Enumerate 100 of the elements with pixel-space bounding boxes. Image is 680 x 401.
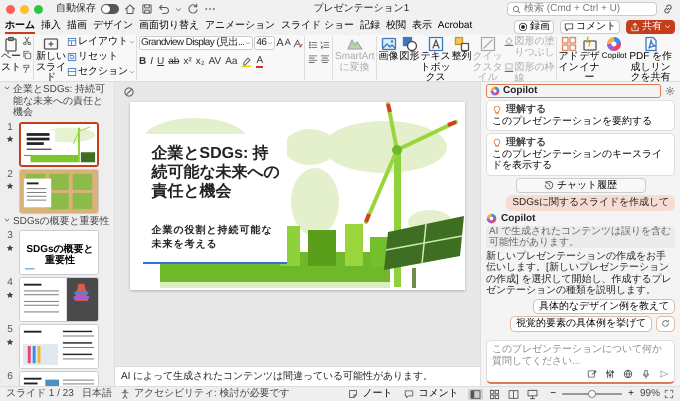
ribbon-tab[interactable]: 画面切り替え — [139, 19, 199, 34]
ribbon-tab[interactable]: 描画 — [67, 19, 87, 34]
sorter-view-icon — [489, 388, 500, 400]
caret-icon[interactable] — [175, 6, 182, 12]
font-name-field[interactable]: Grandview Display (見出... — [139, 36, 254, 50]
format-button[interactable]: I — [150, 56, 154, 67]
align-center-icon[interactable] — [320, 54, 330, 64]
caret-icon — [664, 23, 671, 30]
zoom-in-button[interactable]: + — [626, 389, 636, 399]
ribbon-tab[interactable]: 挿入 — [41, 19, 61, 34]
slide-number: 5 — [7, 324, 13, 336]
user-message: SDGsに関するスライドを作成して — [506, 195, 675, 210]
attach-icon[interactable] — [587, 369, 597, 379]
link-icon[interactable] — [662, 3, 674, 15]
prompt-card[interactable]: 理解する このプレゼンテーションのキースライドを表示する — [486, 133, 675, 176]
format-painter-icon[interactable] — [22, 64, 32, 74]
suggestion-chip[interactable]: 具体的なデザイン例を教えて — [533, 298, 675, 314]
normal-view-button[interactable] — [468, 388, 484, 400]
redo-icon[interactable] — [187, 3, 199, 15]
slide-command[interactable]: リセット — [67, 51, 135, 62]
settings-icon[interactable] — [665, 86, 675, 96]
accessibility-status[interactable]: アクセシビリティ: 検討が必要です — [134, 388, 290, 400]
record-button[interactable]: 録画 — [514, 20, 554, 34]
prompt-card[interactable]: 理解する このプレゼンテーションを要約する — [486, 100, 675, 131]
format-button[interactable]: x₂ — [196, 56, 205, 67]
undo-icon[interactable] — [158, 3, 170, 15]
close-button[interactable] — [6, 4, 15, 14]
cut-icon[interactable] — [22, 36, 32, 46]
save-icon[interactable] — [141, 3, 153, 15]
search-field[interactable]: 検索 (Cmd + Ctrl + U) — [507, 2, 657, 16]
clear-format-icon[interactable] — [292, 38, 303, 48]
layout-icon — [67, 36, 77, 46]
addins-icon — [560, 36, 577, 52]
reading-view-button[interactable] — [506, 388, 522, 400]
comment-icon — [564, 22, 574, 32]
presenter-view-button[interactable] — [525, 388, 540, 400]
slash-circle-icon[interactable] — [123, 86, 135, 98]
zoom-out-button[interactable]: − — [548, 389, 558, 399]
format-button[interactable]: x² — [183, 56, 192, 67]
ribbon-tab[interactable]: 校閲 — [386, 19, 406, 34]
designer-button[interactable]: デザイナー — [580, 36, 600, 84]
chat-history-button[interactable]: チャット履歴 — [516, 178, 646, 193]
ribbon-tab[interactable]: デザイン — [93, 19, 133, 34]
format-button[interactable]: AV — [208, 56, 222, 67]
slide-thumbnail[interactable]: SDGsの概要と重要性 — [19, 230, 99, 275]
font-color-button[interactable]: A — [256, 55, 264, 68]
section-title[interactable]: SDGsの概要と重要性 — [13, 216, 110, 227]
arrange-button[interactable]: 整列 — [452, 36, 472, 62]
notes-button[interactable]: ノート — [346, 389, 394, 399]
chevron-icon[interactable] — [3, 84, 11, 92]
share-icon — [630, 22, 640, 32]
accessibility-icon[interactable] — [120, 389, 130, 399]
copilot-button[interactable]: Copilot — [600, 36, 628, 60]
copy-icon[interactable] — [22, 50, 32, 60]
section-title[interactable]: 企業とSDGs: 持続可能な未来への責任と機会 — [13, 84, 111, 118]
slide-command[interactable]: レイアウト — [67, 36, 135, 47]
refresh-button[interactable] — [656, 316, 675, 332]
grow-font-button[interactable]: A — [276, 36, 284, 50]
paste-button[interactable]: ペースト — [1, 36, 21, 73]
suggestion-chip[interactable]: 視覚的要素の具体例を挙げて — [510, 316, 652, 332]
sliders-icon[interactable] — [605, 369, 615, 379]
slide-command[interactable]: セクション — [67, 66, 135, 77]
format-button[interactable]: U — [157, 56, 164, 67]
align-left-icon[interactable] — [308, 54, 318, 64]
microphone-icon[interactable] — [641, 369, 651, 379]
ai-disclaimer: AI で生成されたコンテンツは誤りを含む可能性があります。 — [486, 226, 675, 248]
pdf-button[interactable]: PDF を作成しリンクを共有 — [628, 36, 673, 84]
ribbon-tab[interactable]: 表示 — [412, 19, 432, 34]
ribbon-tab[interactable]: アニメーション — [205, 19, 275, 34]
comment-icon — [404, 389, 414, 399]
share-button[interactable]: 共有 — [626, 20, 675, 34]
ribbon-tab[interactable]: 記録 — [360, 19, 380, 34]
fit-to-window-icon[interactable] — [664, 389, 674, 399]
zoom-slider-thumb[interactable] — [588, 390, 596, 398]
addins-button[interactable]: アドイン — [558, 36, 579, 73]
autosave-toggle[interactable] — [101, 4, 119, 14]
slide-number: 2 — [7, 168, 13, 180]
bullets-icon[interactable] — [308, 40, 318, 50]
caret-icon — [129, 68, 135, 74]
font-size-field[interactable]: 46 — [254, 36, 276, 50]
ribbon-tab[interactable]: スライド ショー — [281, 19, 354, 34]
comment-button[interactable]: コメント — [560, 20, 620, 34]
globe-icon[interactable] — [623, 369, 633, 379]
slide-title: 企業とSDGs: 持続可能な未来への責任と機会 — [151, 144, 280, 202]
textbox-button[interactable]: テキストボックス — [420, 36, 451, 84]
highlighter-icon[interactable] — [241, 56, 252, 67]
comments-button[interactable]: コメント — [402, 389, 460, 399]
home-icon[interactable] — [124, 3, 136, 15]
picture-button[interactable]: 画像 — [378, 36, 399, 62]
slide-number: 6 — [7, 371, 13, 382]
picture-icon — [380, 36, 397, 52]
ribbon-tab[interactable]: Acrobat — [438, 19, 472, 34]
numbering-icon[interactable] — [320, 40, 330, 50]
shapes-button[interactable]: 図形 — [400, 36, 420, 62]
format-button[interactable]: ab — [168, 56, 180, 67]
new-slide-icon — [43, 36, 59, 52]
shrink-font-button[interactable]: A — [284, 38, 291, 48]
new-slide-button[interactable]: 新しいスライド — [36, 36, 66, 84]
format-button[interactable]: B — [139, 56, 146, 67]
format-button[interactable]: Aa — [225, 56, 238, 67]
